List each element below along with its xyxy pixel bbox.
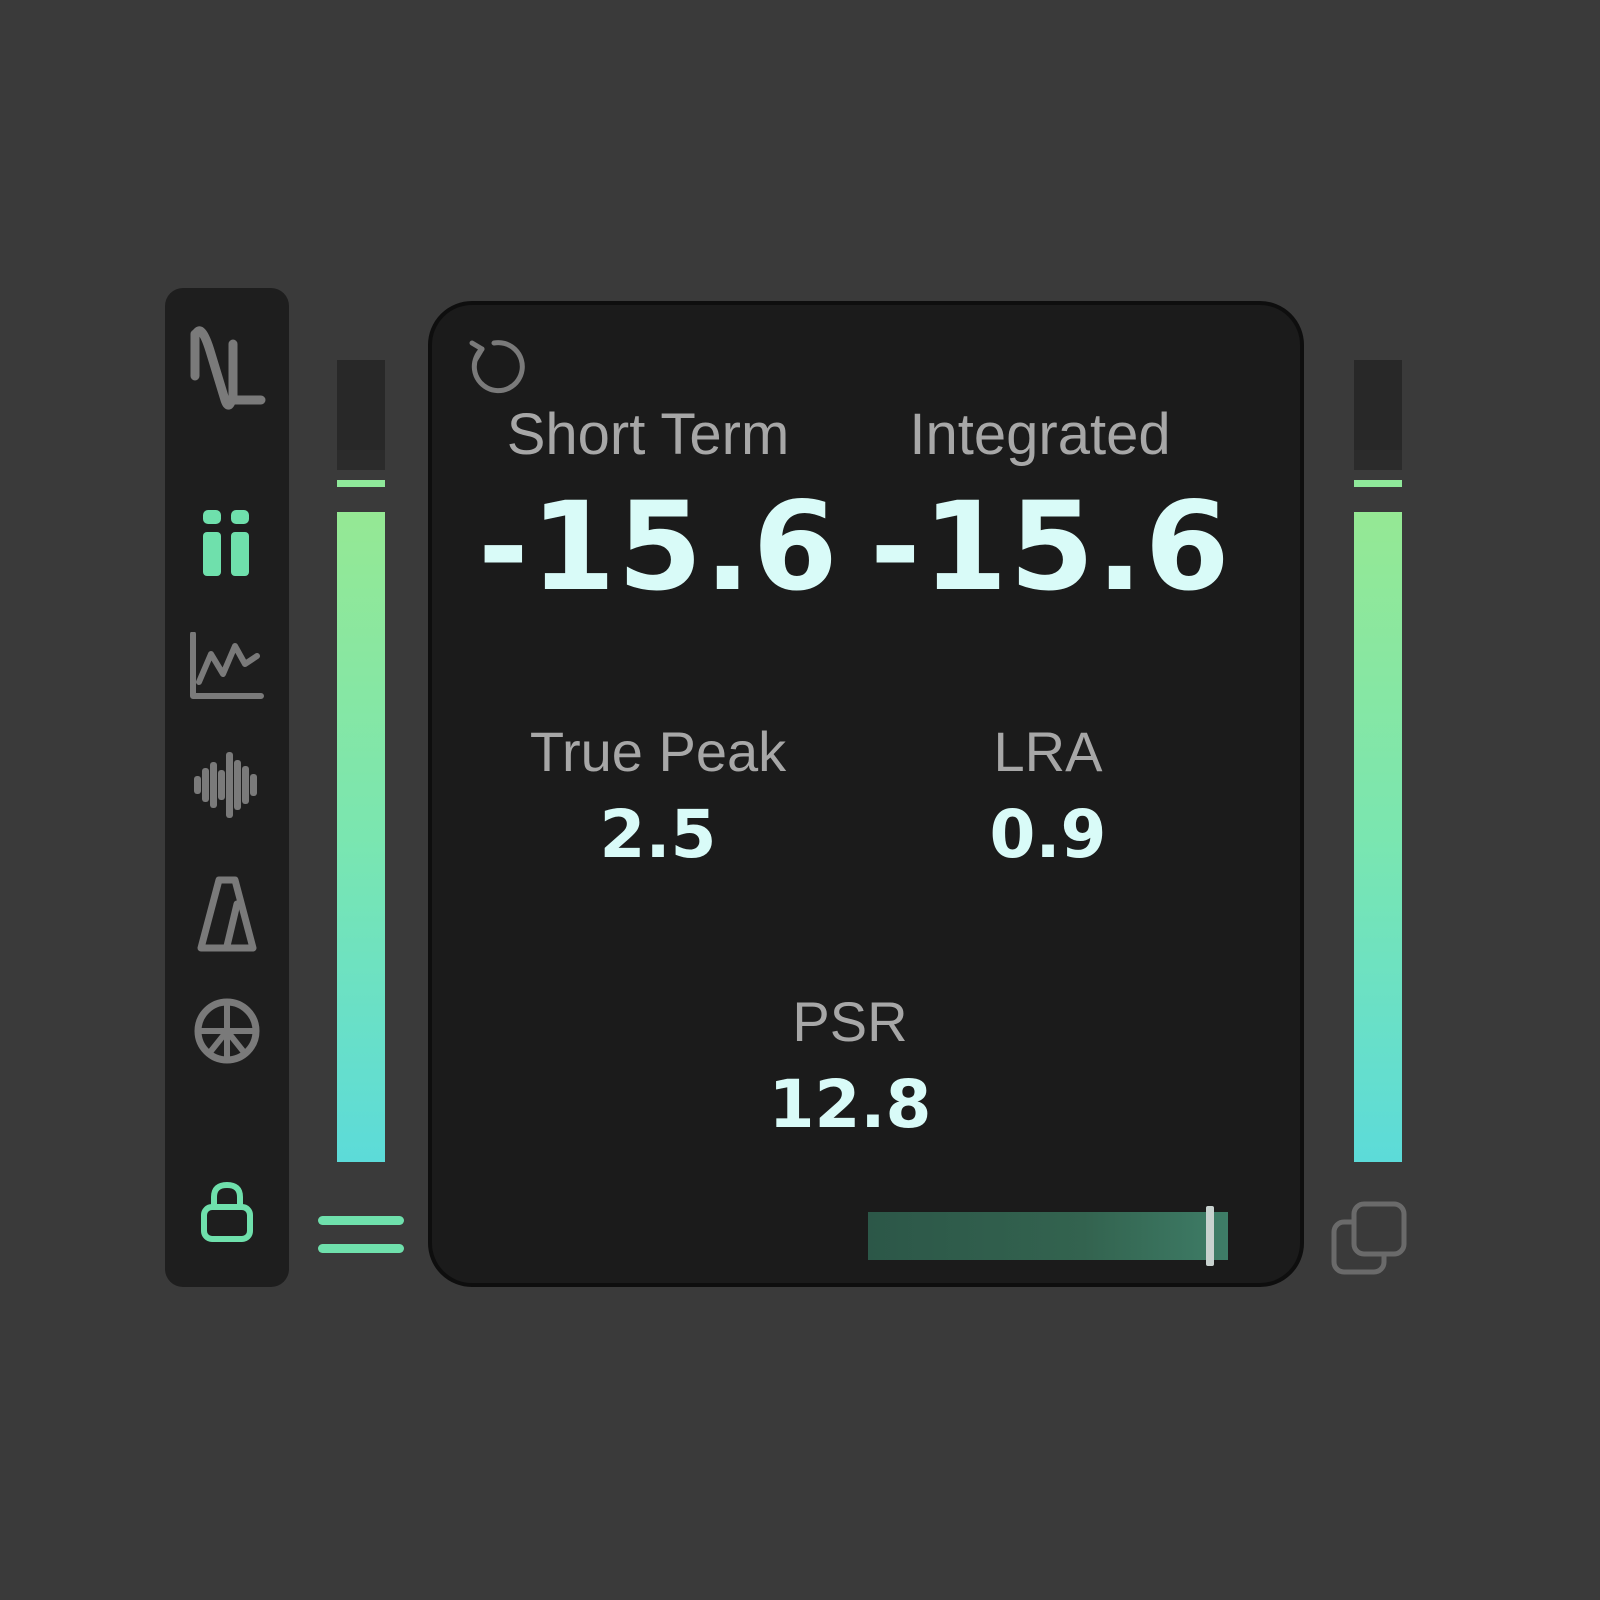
nl-logo-icon[interactable]	[165, 314, 289, 414]
menu-line	[318, 1216, 404, 1225]
psr-metric: PSR 12.8	[700, 989, 1000, 1138]
meter-track	[1354, 360, 1402, 1162]
slider-thumb[interactable]	[1206, 1206, 1214, 1266]
integrated-value: -15.6	[870, 476, 1232, 618]
meter-empty-section	[1354, 360, 1402, 450]
metronome-icon[interactable]	[165, 876, 289, 952]
right-level-meter	[1354, 360, 1402, 1162]
psr-slider[interactable]	[868, 1206, 1228, 1266]
slider-fill	[868, 1212, 1228, 1260]
true-peak-metric: True Peak 2.5	[508, 719, 808, 868]
true-peak-value: 2.5	[599, 796, 717, 873]
left-level-meter	[337, 360, 385, 1162]
meter-peak-marker	[337, 480, 385, 487]
true-peak-label: True Peak	[529, 720, 787, 783]
integrated-metric: Integrated -15.6	[870, 401, 1232, 618]
meter-mid-section	[1354, 450, 1402, 470]
waveform-icon[interactable]	[165, 750, 289, 820]
lra-metric: LRA 0.9	[898, 719, 1198, 868]
meter-fill	[1354, 512, 1402, 1162]
psr-label: PSR	[792, 990, 908, 1053]
integrated-label: Integrated	[909, 402, 1171, 467]
target-icon[interactable]	[165, 996, 289, 1066]
menu-line	[318, 1244, 404, 1253]
menu-button[interactable]	[318, 1216, 404, 1256]
short-term-value: -15.6	[478, 476, 840, 618]
lra-label: LRA	[993, 720, 1103, 783]
app-stage: Short Term -15.6 Integrated -15.6 True P…	[0, 0, 1600, 1600]
meter-mid-section	[337, 450, 385, 470]
graph-icon[interactable]	[165, 632, 289, 702]
sidebar	[165, 288, 289, 1287]
loudness-panel: Short Term -15.6 Integrated -15.6 True P…	[428, 301, 1304, 1287]
reset-icon[interactable]	[462, 335, 526, 399]
meter-peak-marker	[1354, 480, 1402, 487]
meter-fill	[337, 512, 385, 1162]
short-term-metric: Short Term -15.6	[478, 401, 840, 618]
popout-window-icon[interactable]	[1330, 1200, 1410, 1280]
short-term-label: Short Term	[506, 402, 790, 467]
lock-icon[interactable]	[165, 1180, 289, 1244]
psr-value: 12.8	[768, 1066, 932, 1143]
lra-value: 0.9	[989, 796, 1107, 873]
pause-bars-icon[interactable]	[165, 508, 289, 578]
meter-empty-section	[337, 360, 385, 450]
meter-track	[337, 360, 385, 1162]
